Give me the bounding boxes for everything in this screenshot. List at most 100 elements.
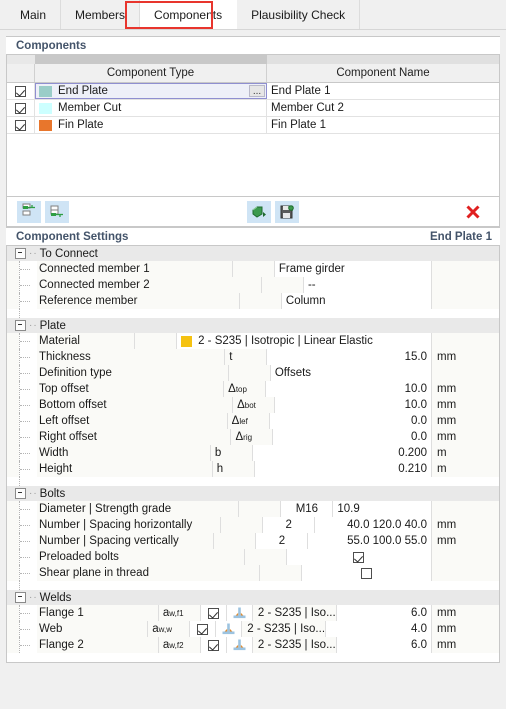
property-value[interactable]: 0.0 <box>268 413 432 429</box>
property-value[interactable]: 10.0 <box>265 381 432 397</box>
property-value-material[interactable]: 2 - S235 | Isotropic | Linear Elastic <box>176 333 432 349</box>
tree-connector <box>19 517 37 533</box>
property-value[interactable]: Column <box>280 293 432 309</box>
weld-enabled-cell[interactable] <box>199 637 226 653</box>
tab-components[interactable]: Components <box>140 0 238 29</box>
property-value-checkbox[interactable] <box>285 549 432 565</box>
row-component-name-cell[interactable]: End Plate 1 <box>267 83 499 99</box>
collapse-icon[interactable] <box>15 320 26 331</box>
property-value[interactable]: 10.0 <box>274 397 431 413</box>
weld-type-cell[interactable] <box>225 637 252 653</box>
property-value-checkbox[interactable] <box>300 565 431 581</box>
property-value-diameter[interactable]: M16 <box>280 501 333 517</box>
property-value-number[interactable]: 2 <box>262 517 315 533</box>
row-checkbox[interactable] <box>15 119 26 131</box>
property-value[interactable]: Offsets <box>269 365 431 381</box>
property-row-height[interactable]: Height h 0.210 m <box>7 461 499 477</box>
save-component-button[interactable] <box>275 200 299 223</box>
insert-row-above-button[interactable] <box>17 200 41 223</box>
row-component-name-cell[interactable]: Member Cut 2 <box>267 100 499 116</box>
property-row-bottom-offset[interactable]: Bottom offset Δbot 10.0 mm <box>7 397 499 413</box>
property-group-bolts[interactable]: ·· Bolts <box>7 486 499 501</box>
property-row-preloaded-bolts[interactable]: Preloaded bolts <box>7 549 500 565</box>
property-value[interactable]: -- <box>302 277 432 293</box>
property-value-number[interactable]: 2 <box>255 533 308 549</box>
property-group-welds[interactable]: ·· Welds <box>7 590 499 605</box>
property-value-spacing[interactable]: 55.0 100.0 55.0 <box>307 533 432 549</box>
column-header-component-name[interactable]: Component Name <box>267 64 499 82</box>
table-row[interactable]: Fin Plate Fin Plate 1 <box>7 117 499 134</box>
weld-flange-1-checkbox[interactable] <box>207 607 219 619</box>
row-checkbox-cell[interactable] <box>7 100 35 116</box>
weld-enabled-cell[interactable] <box>199 605 226 621</box>
row-component-name-cell[interactable]: Fin Plate 1 <box>267 117 499 133</box>
property-row-material[interactable]: Material 2 - S235 | Isotropic | Linear E… <box>7 333 500 349</box>
property-row-weld-flange-1[interactable]: Flange 1 a w,f1 2 - S235 | Iso... 6.0 mm <box>7 605 500 621</box>
row-component-type-cell[interactable]: End Plate ... <box>35 83 267 99</box>
weld-flange-2-checkbox[interactable] <box>207 639 219 651</box>
property-group-plate[interactable]: ·· Plate <box>7 318 499 333</box>
row-component-type-label: Member Cut <box>58 102 122 114</box>
weld-type-cell[interactable] <box>225 605 252 621</box>
weld-enabled-cell[interactable] <box>189 621 216 637</box>
table-row[interactable]: End Plate ... End Plate 1 <box>7 83 499 100</box>
property-row-width[interactable]: Width b 0.200 m <box>7 445 499 461</box>
property-group-to-connect[interactable]: ·· To Connect <box>7 246 499 261</box>
delete-component-button[interactable] <box>461 201 485 223</box>
tree-connector <box>19 549 37 565</box>
weld-type-cell[interactable] <box>215 621 242 637</box>
tab-members[interactable]: Members <box>61 0 141 29</box>
property-value-strength-grade[interactable]: 10.9 <box>332 501 432 517</box>
column-header-check[interactable] <box>7 64 35 82</box>
property-value[interactable]: 0.200 <box>251 445 431 461</box>
weld-web-checkbox[interactable] <box>197 623 209 635</box>
row-checkbox-cell[interactable] <box>7 117 35 133</box>
insert-row-below-button[interactable] <box>45 200 69 223</box>
property-value-spacing[interactable]: 40.0 120.0 40.0 <box>314 517 432 533</box>
column-header-component-type[interactable]: Component Type <box>35 64 267 82</box>
property-row-reference-member[interactable]: Reference member Column <box>7 293 500 309</box>
property-row-connected-member-2[interactable]: Connected member 2 -- <box>7 277 500 293</box>
weld-material[interactable]: 2 - S235 | Iso... <box>251 637 336 653</box>
tree-connector <box>19 413 37 429</box>
collapse-icon[interactable] <box>15 592 26 603</box>
row-ellipsis-button[interactable]: ... <box>249 85 265 97</box>
row-component-type-cell[interactable]: Member Cut <box>35 100 267 116</box>
property-row-left-offset[interactable]: Left offset Δlef 0.0 mm <box>7 413 500 429</box>
table-row[interactable]: Member Cut Member Cut 2 <box>7 100 499 117</box>
preloaded-bolts-checkbox[interactable] <box>353 551 365 563</box>
weld-material[interactable]: 2 - S235 | Iso... <box>241 621 326 637</box>
property-row-weld-flange-2[interactable]: Flange 2 a w,f2 2 - S235 | Iso... 6.0 mm <box>7 637 500 653</box>
property-symbol <box>213 533 256 549</box>
property-value[interactable]: 0.0 <box>272 429 431 445</box>
components-table-column-headers: Component Type Component Name <box>7 64 499 83</box>
property-row-shear-plane-in-thread[interactable]: Shear plane in thread <box>7 565 499 581</box>
property-row-top-offset[interactable]: Top offset Δtop 10.0 mm <box>7 381 500 397</box>
property-row-number-spacing-vertically[interactable]: Number | Spacing vertically 2 55.0 100.0… <box>7 533 500 549</box>
property-row-definition-type[interactable]: Definition type Offsets <box>7 365 499 381</box>
collapse-icon[interactable] <box>15 248 26 259</box>
property-row-diameter-strength-grade[interactable]: Diameter | Strength grade M16 10.9 <box>7 501 500 517</box>
row-checkbox[interactable] <box>15 102 26 114</box>
property-value[interactable]: 15.0 <box>266 349 432 365</box>
property-value[interactable]: Frame girder <box>273 261 432 277</box>
row-checkbox[interactable] <box>15 85 26 97</box>
weld-material[interactable]: 2 - S235 | Iso... <box>251 605 336 621</box>
row-checkbox-cell[interactable] <box>7 83 35 99</box>
tab-main[interactable]: Main <box>6 0 62 29</box>
import-component-button[interactable] <box>247 200 271 223</box>
property-row-thickness[interactable]: Thickness t 15.0 mm <box>7 349 500 365</box>
shear-plane-in-thread-checkbox[interactable] <box>360 567 372 579</box>
row-component-type-cell[interactable]: Fin Plate <box>35 117 267 133</box>
property-row-number-spacing-horizontally[interactable]: Number | Spacing horizontally 2 40.0 120… <box>7 517 500 533</box>
weld-thickness-value[interactable]: 4.0 <box>325 621 432 637</box>
property-value[interactable]: 0.210 <box>253 461 431 477</box>
tab-plausibility-check[interactable]: Plausibility Check <box>237 0 361 29</box>
collapse-icon[interactable] <box>15 488 26 499</box>
property-label: Number | Spacing vertically <box>37 533 214 549</box>
property-row-weld-web[interactable]: Web a w,w 2 - S235 | Iso... 4.0 mm <box>7 621 500 637</box>
weld-thickness-value[interactable]: 6.0 <box>335 637 432 653</box>
property-row-right-offset[interactable]: Right offset Δrig 0.0 mm <box>7 429 499 445</box>
weld-thickness-value[interactable]: 6.0 <box>335 605 432 621</box>
property-row-connected-member-1[interactable]: Connected member 1 Frame girder <box>7 261 500 277</box>
